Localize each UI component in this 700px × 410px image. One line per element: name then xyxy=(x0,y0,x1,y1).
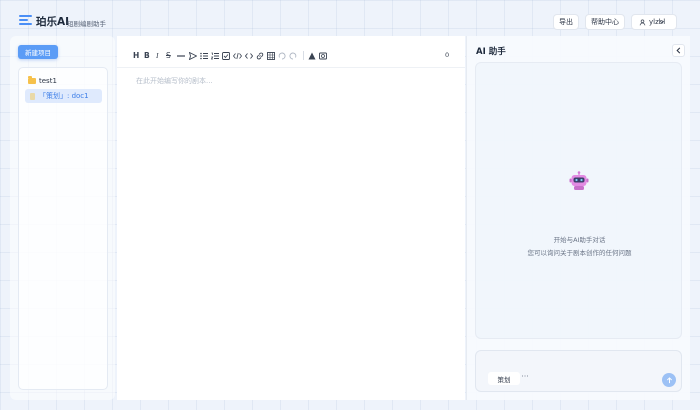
editor-toolbar: H B I S 0 xyxy=(117,36,465,68)
task-list-icon[interactable] xyxy=(222,52,230,60)
text-color-icon[interactable] xyxy=(308,52,316,60)
chevron-left-icon xyxy=(676,47,681,54)
collapse-panel-button[interactable] xyxy=(672,44,685,57)
italic-icon[interactable]: I xyxy=(156,51,159,60)
doc-name: 「策划」: doc1 xyxy=(39,92,89,100)
mode-label: 策划 xyxy=(497,375,511,384)
heading-icon[interactable]: H xyxy=(133,51,139,60)
table-icon[interactable] xyxy=(267,52,275,60)
ordered-list-icon[interactable] xyxy=(211,52,219,60)
bullet-list-icon[interactable] xyxy=(200,52,208,60)
app-subtitle: 短剧编剧助手 xyxy=(67,20,106,28)
horizontal-rule-icon[interactable] xyxy=(177,52,185,60)
chat-input-box[interactable]: 策划 ··· xyxy=(475,350,682,392)
send-icon[interactable] xyxy=(189,52,197,60)
tree-folder-test1[interactable]: test1 xyxy=(28,76,57,86)
user-menu-button[interactable]: ylzbl xyxy=(631,14,677,30)
code-icon[interactable] xyxy=(233,52,242,60)
project-tree: test1 「策划」: doc1 xyxy=(18,67,108,390)
app-title: 珀乐AI xyxy=(36,16,70,28)
editor-placeholder[interactable]: 在此开始编写你的剧本... xyxy=(136,76,213,86)
user-icon xyxy=(639,18,646,25)
new-project-button[interactable]: 新建项目 xyxy=(18,45,58,59)
link-icon[interactable] xyxy=(256,52,264,60)
more-options-button[interactable]: ··· xyxy=(519,372,531,385)
word-count: 0 xyxy=(445,51,450,59)
chevron-down-icon xyxy=(659,20,665,24)
folder-name: test1 xyxy=(39,77,57,85)
arrow-up-icon xyxy=(666,376,672,383)
welcome-subtitle: 您可以询问关于剧本创作的任何问题 xyxy=(527,249,632,257)
strikethrough-icon[interactable]: S xyxy=(166,51,171,60)
document-icon xyxy=(30,92,35,100)
new-project-label: 新建项目 xyxy=(25,49,51,57)
code-block-icon[interactable] xyxy=(245,52,253,60)
image-icon[interactable] xyxy=(319,52,327,60)
ai-panel-title: AI 助手 xyxy=(476,47,506,57)
robot-icon xyxy=(569,171,589,190)
export-button[interactable]: 导出 xyxy=(553,14,579,30)
redo-icon[interactable] xyxy=(289,52,297,60)
mode-selector-button[interactable]: 策划 xyxy=(488,372,520,385)
app-header: 珀乐AI 短剧编剧助手 导出 帮助中心 ylzbl xyxy=(0,0,700,36)
toolbar-divider xyxy=(303,51,304,60)
help-center-button[interactable]: 帮助中心 xyxy=(585,14,625,30)
folder-icon xyxy=(28,76,36,84)
project-sidebar: 新建项目 test1 「策划」: doc1 xyxy=(10,36,115,400)
chat-messages-area: 开始与AI助手对话 您可以询问关于剧本创作的任何问题 xyxy=(475,62,682,339)
welcome-title: 开始与AI助手对话 xyxy=(553,236,606,244)
undo-icon[interactable] xyxy=(278,52,286,60)
script-editor: H B I S 0 在此开始编写你的剧本... xyxy=(117,36,465,400)
tree-doc-doc1[interactable]: 「策划」: doc1 xyxy=(25,89,102,103)
ai-assistant-panel: AI 助手 开始与AI助手对话 您可以询问关于剧本创作的任何问题 策划 ··· xyxy=(466,36,690,400)
send-button[interactable] xyxy=(662,373,676,387)
menu-logo-icon[interactable] xyxy=(19,15,32,25)
help-center-label: 帮助中心 xyxy=(591,18,619,26)
bold-icon[interactable]: B xyxy=(144,51,150,60)
export-button-label: 导出 xyxy=(559,18,573,26)
